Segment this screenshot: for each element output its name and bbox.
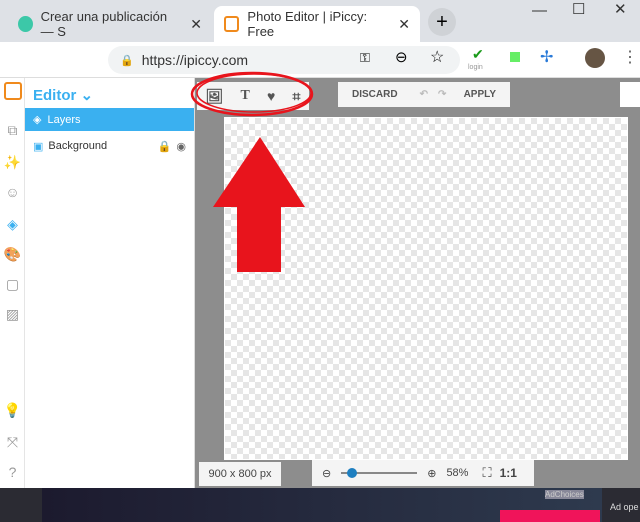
annotation-arrow — [213, 137, 305, 272]
annotation-overlay — [190, 71, 314, 272]
annotation-circle — [196, 73, 312, 113]
